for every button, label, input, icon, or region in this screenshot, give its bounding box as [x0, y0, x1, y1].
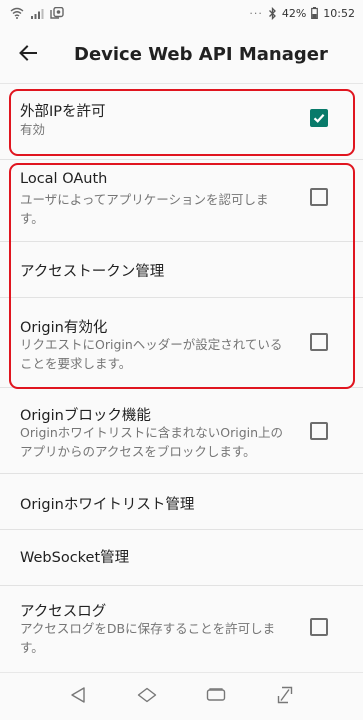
nav-home-button[interactable] [127, 677, 167, 717]
setting-access-log[interactable]: アクセスログ アクセスログをDBに保存することを許可します。 [0, 586, 363, 672]
origin-enable-checkbox[interactable] [310, 333, 328, 351]
setting-title: Origin有効化 [20, 320, 108, 336]
nav-recents-button[interactable] [196, 677, 236, 717]
signal-icon [30, 7, 44, 19]
status-bar: ··· 42% 10:52 [0, 0, 363, 26]
local-oauth-checkbox[interactable] [310, 188, 328, 206]
back-button[interactable] [0, 26, 56, 84]
settings-list: 外部IPを許可 有効 Local OAuth ユーザによってアプリケーションを認… [0, 84, 363, 672]
page-title: Device Web API Manager [74, 44, 328, 65]
setting-access-token-management[interactable]: アクセストークン管理 [0, 242, 363, 298]
nav-screen-capture-button[interactable] [265, 677, 305, 717]
back-triangle-icon [70, 686, 86, 708]
setting-title: アクセストークン管理 [20, 264, 165, 280]
clock: 10:52 [323, 6, 355, 20]
screen-capture-icon [277, 686, 293, 708]
setting-local-oauth[interactable]: Local OAuth ユーザによってアプリケーションを認可します。 [0, 160, 363, 242]
notification-icon [50, 7, 64, 19]
bluetooth-icon [268, 6, 277, 20]
setting-origin-whitelist-management[interactable]: Originホワイトリスト管理 [0, 474, 363, 530]
setting-title: 外部IPを許可 [20, 104, 106, 120]
navigation-bar [0, 672, 363, 720]
home-icon [137, 687, 157, 707]
setting-summary: ユーザによってアプリケーションを認可します。 [20, 192, 269, 226]
setting-summary: アクセスログをDBに保存することを許可します。 [20, 621, 276, 655]
setting-title: WebSocket管理 [20, 550, 130, 566]
nav-back-button[interactable] [58, 677, 98, 717]
setting-websocket-management[interactable]: WebSocket管理 [0, 530, 363, 586]
setting-summary: Originホワイトリストに含まれないOrigin上のアプリからのアクセスをブロ… [20, 425, 284, 459]
setting-title: Originホワイトリスト管理 [20, 497, 195, 513]
setting-summary: 有効 [20, 122, 46, 137]
more-dots-icon: ··· [249, 6, 263, 20]
setting-origin-block[interactable]: Originブロック機能 Originホワイトリストに含まれないOrigin上の… [0, 388, 363, 474]
setting-allow-external-ip[interactable]: 外部IPを許可 有効 [0, 84, 363, 160]
arrow-back-icon [19, 44, 37, 65]
app-bar: Device Web API Manager [0, 26, 363, 84]
allow-external-ip-checkbox[interactable] [310, 109, 328, 127]
battery-percent: 42% [281, 6, 307, 20]
setting-title: Local OAuth [20, 171, 108, 187]
setting-summary: リクエストにOriginヘッダーが設定されていることを要求します。 [20, 337, 283, 371]
setting-title: アクセスログ [20, 604, 107, 620]
wifi-icon [10, 7, 24, 19]
origin-block-checkbox[interactable] [310, 422, 328, 440]
recents-icon [206, 687, 226, 706]
setting-title: Originブロック機能 [20, 408, 151, 424]
battery-icon [311, 7, 319, 19]
access-log-checkbox[interactable] [310, 618, 328, 636]
setting-origin-enable[interactable]: Origin有効化 リクエストにOriginヘッダーが設定されていることを要求し… [0, 298, 363, 388]
